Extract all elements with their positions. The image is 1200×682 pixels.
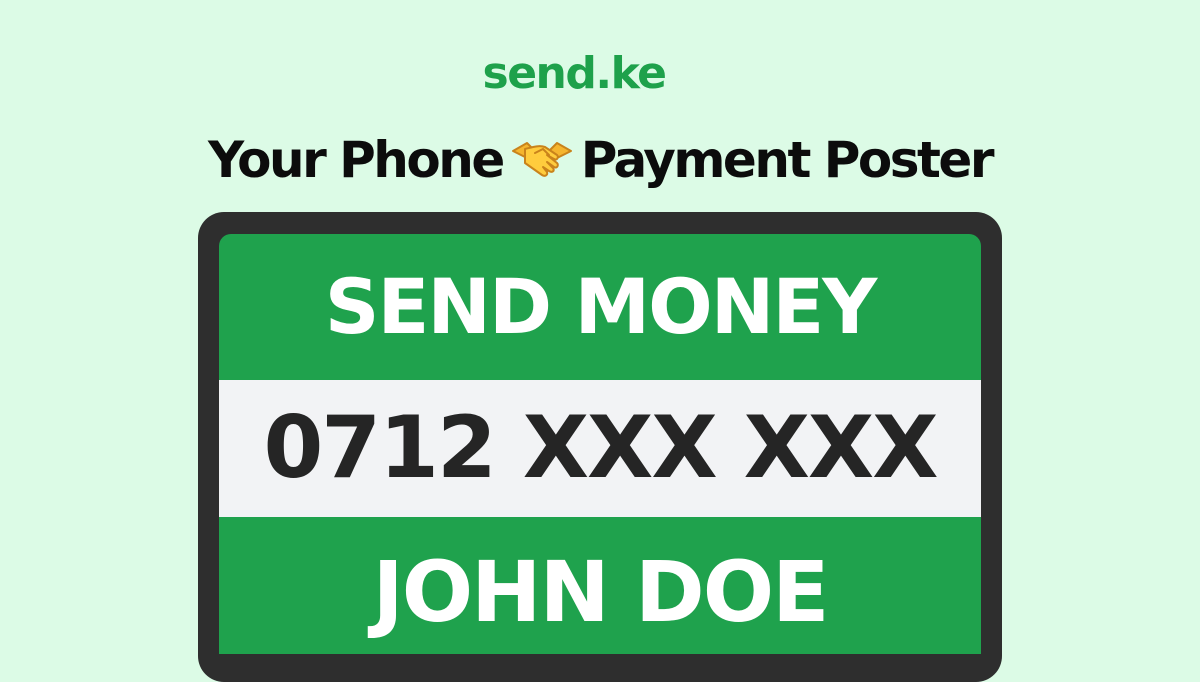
page-title: Your Phone Payment Poster (0, 128, 1200, 192)
payment-poster: SEND MONEY 0712 XXX XXX JOHN DOE (219, 234, 981, 654)
title-part-1: Your Phone (208, 131, 505, 189)
brand-logo: send.ke (482, 48, 668, 99)
handshake-icon (511, 134, 573, 180)
poster-title: SEND MONEY (324, 262, 878, 351)
title-part-2: Payment Poster (580, 131, 995, 189)
poster-recipient-name: JOHN DOE (372, 543, 829, 641)
poster-phone-number: 0712 XXX XXX (219, 380, 981, 517)
